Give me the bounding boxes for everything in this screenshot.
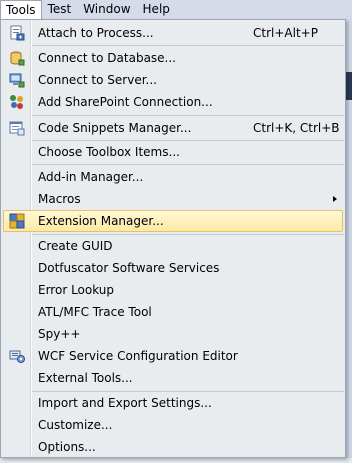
menu-item-choose-toolbox-items[interactable]: Choose Toolbox Items... (3, 141, 343, 163)
menu-item-import-export-settings[interactable]: Import and Export Settings... (3, 392, 343, 414)
menu-item-spy-plus-plus[interactable]: Spy++ (3, 323, 343, 345)
menu-item-label: Dotfuscator Software Services (38, 261, 220, 275)
menu-item-error-lookup[interactable]: Error Lookup (3, 279, 343, 301)
database-icon (10, 51, 25, 66)
background-toolbar-strip (346, 72, 352, 100)
menu-separator (32, 45, 344, 46)
menu-item-atl-mfc-trace-tool[interactable]: ATL/MFC Trace Tool (3, 301, 343, 323)
menu-item-label: Import and Export Settings... (38, 396, 212, 410)
menu-window[interactable]: Window (77, 0, 136, 19)
tools-dropdown-menu: Attach to Process... Ctrl+Alt+P Connect … (0, 19, 346, 458)
menu-item-label: Error Lookup (38, 283, 115, 297)
menu-item-label: External Tools... (38, 371, 133, 385)
code-snippets-icon (9, 121, 25, 136)
wcf-config-icon (9, 350, 25, 363)
menu-item-dotfuscator[interactable]: Dotfuscator Software Services (3, 257, 343, 279)
menu-item-shortcut: Ctrl+K, Ctrl+B (253, 121, 340, 135)
menu-item-connect-to-database[interactable]: Connect to Database... (3, 47, 343, 69)
menu-tools[interactable]: Tools (0, 0, 42, 19)
menu-item-label: Options... (38, 440, 96, 454)
menu-item-label: Customize... (38, 418, 113, 432)
menu-item-label: Spy++ (38, 327, 81, 341)
menu-item-options[interactable]: Options... (3, 436, 343, 457)
menu-item-customize[interactable]: Customize... (3, 414, 343, 436)
menu-help[interactable]: Help (137, 0, 176, 19)
menu-item-extension-manager[interactable]: Extension Manager... (3, 210, 343, 232)
menu-item-label: ATL/MFC Trace Tool (38, 305, 152, 319)
menu-item-label: Macros (38, 192, 81, 206)
menu-item-label: Connect to Database... (38, 51, 176, 65)
menu-item-label: Create GUID (38, 239, 113, 253)
menu-item-add-in-manager[interactable]: Add-in Manager... (3, 166, 343, 188)
submenu-arrow-icon (333, 196, 337, 202)
menu-item-attach-to-process[interactable]: Attach to Process... Ctrl+Alt+P (3, 22, 343, 44)
menu-item-label: Attach to Process... (38, 26, 154, 40)
background-window-edge (346, 0, 352, 463)
menu-item-code-snippets-manager[interactable]: Code Snippets Manager... Ctrl+K, Ctrl+B (3, 117, 343, 139)
menu-item-label: WCF Service Configuration Editor (38, 349, 238, 363)
menu-item-macros[interactable]: Macros (3, 188, 343, 210)
menu-separator (32, 164, 344, 165)
menu-item-label: Add-in Manager... (38, 170, 144, 184)
extension-manager-icon (9, 213, 25, 229)
menu-item-connect-to-server[interactable]: Connect to Server... (3, 69, 343, 91)
menu-item-label: Connect to Server... (38, 73, 157, 87)
sharepoint-icon (10, 95, 23, 109)
menu-item-external-tools[interactable]: External Tools... (3, 367, 343, 389)
menu-item-wcf-service-configuration-editor[interactable]: WCF Service Configuration Editor (3, 345, 343, 367)
menu-item-label: Add SharePoint Connection... (38, 95, 213, 109)
menu-item-shortcut: Ctrl+Alt+P (253, 26, 318, 40)
attach-process-icon (10, 25, 25, 41)
menu-test[interactable]: Test (42, 0, 78, 19)
menu-item-label: Extension Manager... (38, 214, 164, 228)
menu-item-label: Choose Toolbox Items... (38, 145, 180, 159)
menu-separator (32, 115, 344, 116)
menu-item-create-guid[interactable]: Create GUID (3, 235, 343, 257)
server-icon (9, 73, 25, 88)
menu-item-label: Code Snippets Manager... (38, 121, 192, 135)
background-status-area (0, 458, 352, 463)
menu-bar: Tools Test Window Help (0, 0, 352, 19)
menu-item-add-sharepoint-connection[interactable]: Add SharePoint Connection... (3, 91, 343, 113)
